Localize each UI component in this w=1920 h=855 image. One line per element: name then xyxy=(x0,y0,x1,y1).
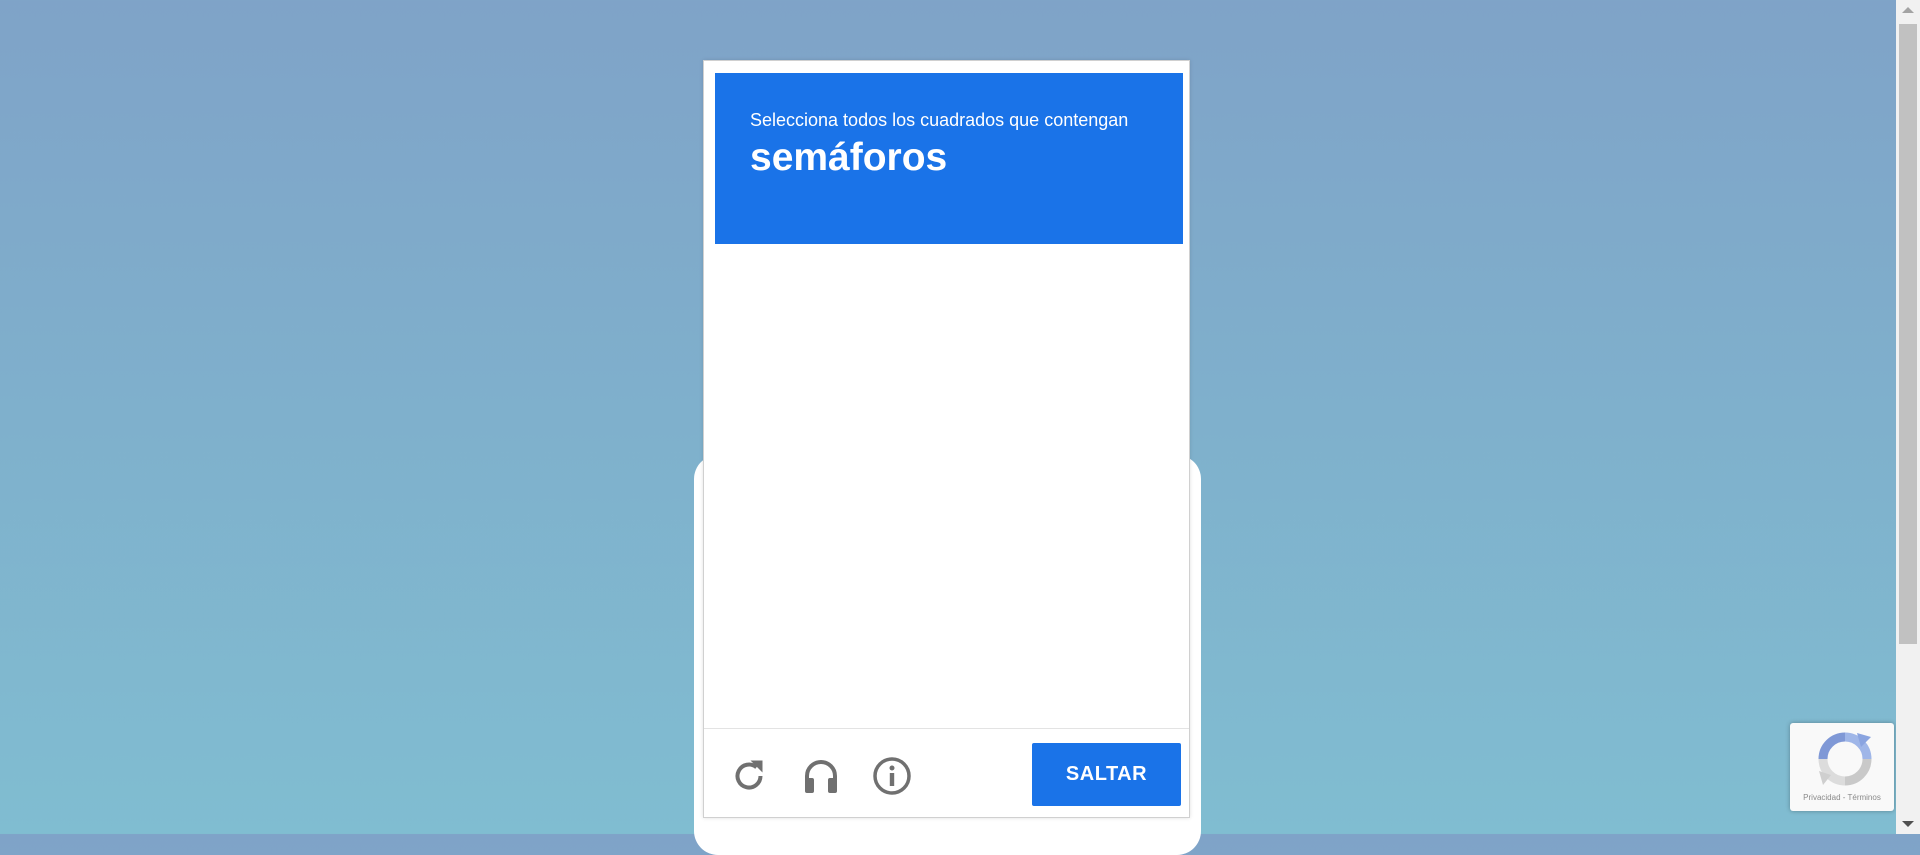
scrollbar-thumb[interactable] xyxy=(1899,24,1917,644)
recaptcha-links[interactable]: Privacidad - Términos xyxy=(1790,793,1894,802)
captcha-keyword: semáforos xyxy=(750,136,948,179)
page-scrollbar[interactable] xyxy=(1896,0,1920,834)
reload-button[interactable] xyxy=(729,756,769,796)
reload-icon xyxy=(735,760,763,790)
audio-button[interactable] xyxy=(801,756,841,796)
captcha-instruction: Selecciona todos los cuadrados que conte… xyxy=(750,110,1129,130)
scroll-up-arrow-icon[interactable] xyxy=(1902,7,1914,13)
recaptcha-badge[interactable]: Privacidad - Términos xyxy=(1790,723,1894,811)
captcha-challenge: Selecciona todos los cuadrados que conte… xyxy=(703,60,1190,818)
scroll-down-arrow-icon[interactable] xyxy=(1902,821,1914,827)
recaptcha-logo-icon xyxy=(1818,732,1872,786)
headphones-icon xyxy=(805,760,837,793)
skip-button[interactable]: SALTAR xyxy=(1032,743,1181,806)
captcha-header: Selecciona todos los cuadrados que conte… xyxy=(715,73,1183,244)
info-icon xyxy=(873,757,911,795)
info-button[interactable] xyxy=(872,756,912,796)
captcha-footer: SALTAR xyxy=(704,728,1189,819)
